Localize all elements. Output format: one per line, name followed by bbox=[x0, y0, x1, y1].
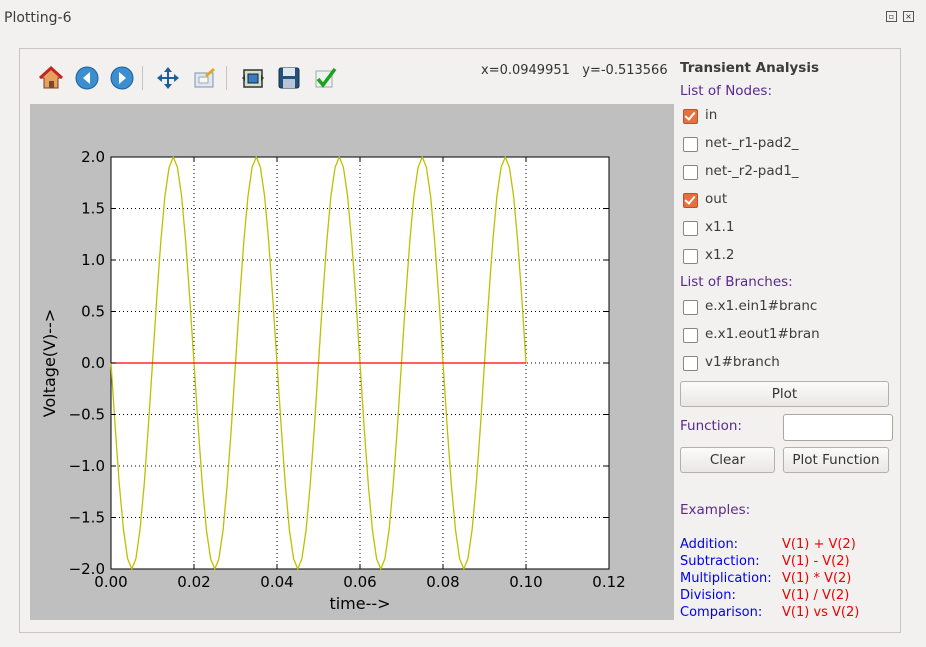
y-axis-label: Voltage(V)--> bbox=[40, 309, 59, 417]
checkbox-box[interactable] bbox=[683, 249, 698, 264]
node-label: x1.2 bbox=[705, 247, 735, 263]
checkbox-box[interactable] bbox=[683, 221, 698, 236]
function-label: Function: bbox=[680, 418, 742, 434]
example-expression: V(1) vs V(2) bbox=[782, 605, 860, 620]
configure-subplots-icon[interactable] bbox=[238, 62, 266, 92]
x-tick-label: 0.02 bbox=[177, 573, 210, 591]
checkbox-box[interactable] bbox=[683, 165, 698, 180]
x-tick-label: 0.04 bbox=[260, 573, 293, 591]
restore-icon[interactable]: ▫ bbox=[886, 11, 897, 22]
x-axis-label: time--> bbox=[329, 594, 390, 613]
pan-icon[interactable] bbox=[153, 62, 181, 92]
checkbox-box[interactable] bbox=[683, 300, 698, 315]
example-name: Division: bbox=[680, 588, 736, 603]
y-tick-label: −2.0 bbox=[69, 560, 105, 578]
checkbox-box[interactable] bbox=[683, 137, 698, 152]
y-tick-label: 1.5 bbox=[81, 200, 105, 218]
toolbar-separator bbox=[226, 66, 227, 90]
y-tick-label: −0.5 bbox=[69, 406, 105, 424]
plot-function-button[interactable]: Plot Function bbox=[783, 447, 889, 473]
node-label: out bbox=[705, 191, 728, 207]
example-name: Subtraction: bbox=[680, 554, 760, 569]
checkbox-box[interactable] bbox=[683, 356, 698, 371]
y-tick-label: −1.5 bbox=[69, 509, 105, 527]
example-name: Multiplication: bbox=[680, 571, 772, 586]
y-tick-label: 1.0 bbox=[81, 251, 105, 269]
window-title: Plotting-6 bbox=[4, 10, 72, 26]
example-name: Comparison: bbox=[680, 605, 763, 620]
x-tick-label: 0.12 bbox=[592, 573, 625, 591]
x-tick-label: 0.10 bbox=[509, 573, 542, 591]
save-icon[interactable] bbox=[274, 62, 302, 92]
x-tick-label: 0.06 bbox=[343, 573, 376, 591]
clear-button[interactable]: Clear bbox=[680, 447, 775, 473]
nodes-heading: List of Nodes: bbox=[680, 83, 773, 99]
y-tick-label: 2.0 bbox=[81, 148, 105, 166]
example-expression: V(1) / V(2) bbox=[782, 588, 850, 603]
branches-heading: List of Branches: bbox=[680, 274, 793, 290]
example-expression: V(1) * V(2) bbox=[782, 571, 852, 586]
close-icon[interactable]: × bbox=[903, 11, 914, 22]
zoom-icon[interactable] bbox=[189, 62, 217, 92]
example-expression: V(1) + V(2) bbox=[782, 537, 856, 552]
examples-heading: Examples: bbox=[680, 502, 751, 518]
y-tick-label: 0.0 bbox=[81, 354, 105, 372]
example-expression: V(1) - V(2) bbox=[782, 554, 850, 569]
window-titlebar: Plotting-6 ▫ × bbox=[0, 0, 926, 36]
y-tick-label: 0.5 bbox=[81, 303, 105, 321]
x-tick-label: 0.08 bbox=[426, 573, 459, 591]
example-name: Addition: bbox=[680, 537, 739, 552]
forward-icon[interactable] bbox=[107, 62, 135, 92]
back-icon[interactable] bbox=[72, 62, 100, 92]
node-label: net-_r1-pad2_ bbox=[705, 135, 799, 151]
node-label: net-_r2-pad1_ bbox=[705, 163, 799, 179]
analysis-title: Transient Analysis bbox=[680, 60, 819, 76]
function-input[interactable] bbox=[783, 414, 893, 441]
checkbox-box[interactable] bbox=[683, 328, 698, 343]
toolbar-separator bbox=[142, 66, 143, 90]
branch-label: e.x1.eout1#bran bbox=[705, 326, 820, 342]
home-icon[interactable] bbox=[36, 62, 64, 92]
plot-button[interactable]: Plot bbox=[680, 381, 889, 407]
cursor-coordinates: x=0.0949951 y=-0.513566 bbox=[481, 63, 668, 78]
checkbox-box[interactable] bbox=[683, 193, 698, 208]
transient-chart[interactable]: 0.00 0.02 0.04 0.06 0.08 0.10 0.12 2.01.51.00.… bbox=[30, 104, 674, 620]
node-label: x1.1 bbox=[705, 219, 735, 235]
apply-icon[interactable] bbox=[310, 62, 338, 92]
branch-label: e.x1.ein1#branc bbox=[705, 298, 818, 314]
y-tick-label: −1.0 bbox=[69, 457, 105, 475]
checkbox-box[interactable] bbox=[683, 109, 698, 124]
node-label: in bbox=[705, 107, 718, 123]
branch-label: v1#branch bbox=[705, 354, 780, 370]
